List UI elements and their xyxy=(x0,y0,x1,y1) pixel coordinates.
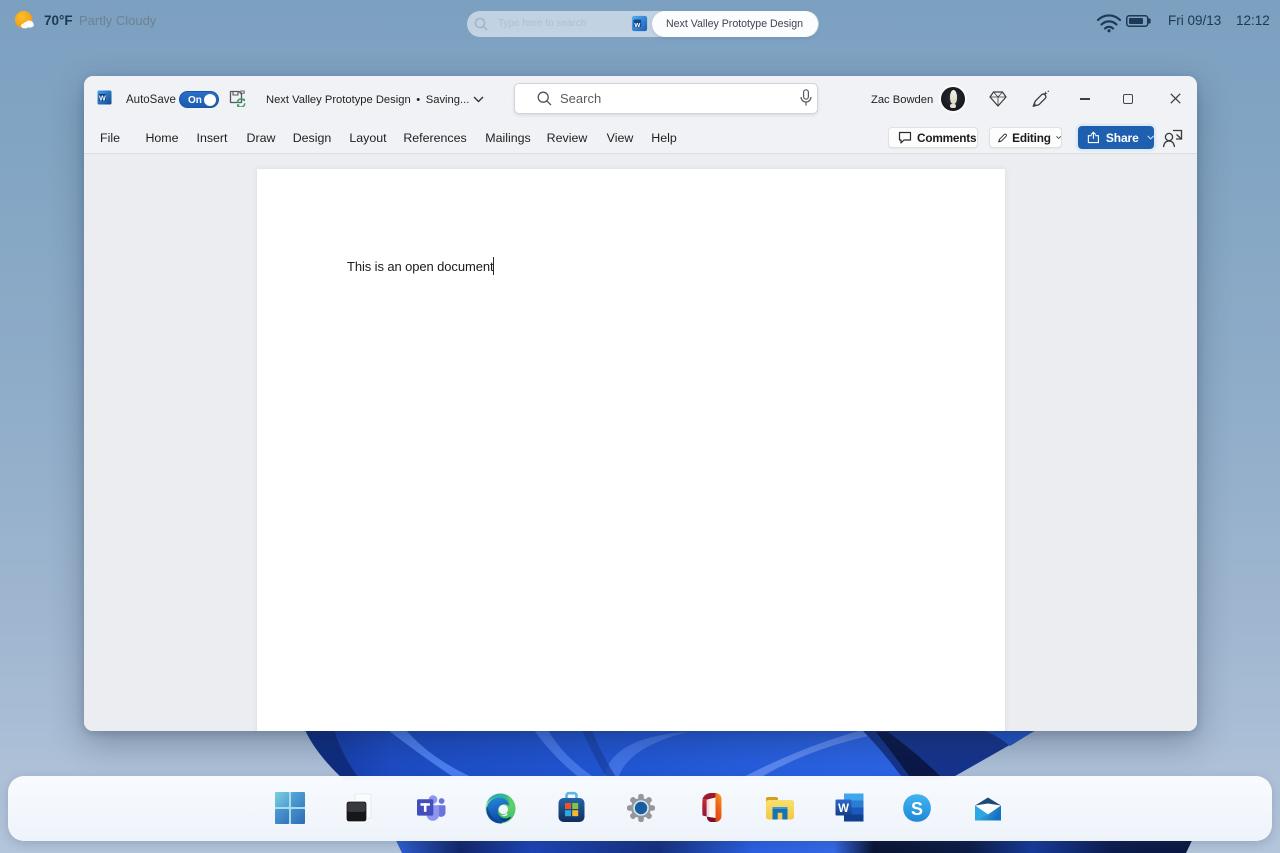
svg-text:w: w xyxy=(633,20,640,29)
svg-text:S: S xyxy=(911,799,923,819)
svg-text:W: W xyxy=(99,94,106,103)
svg-text:W: W xyxy=(838,803,849,815)
